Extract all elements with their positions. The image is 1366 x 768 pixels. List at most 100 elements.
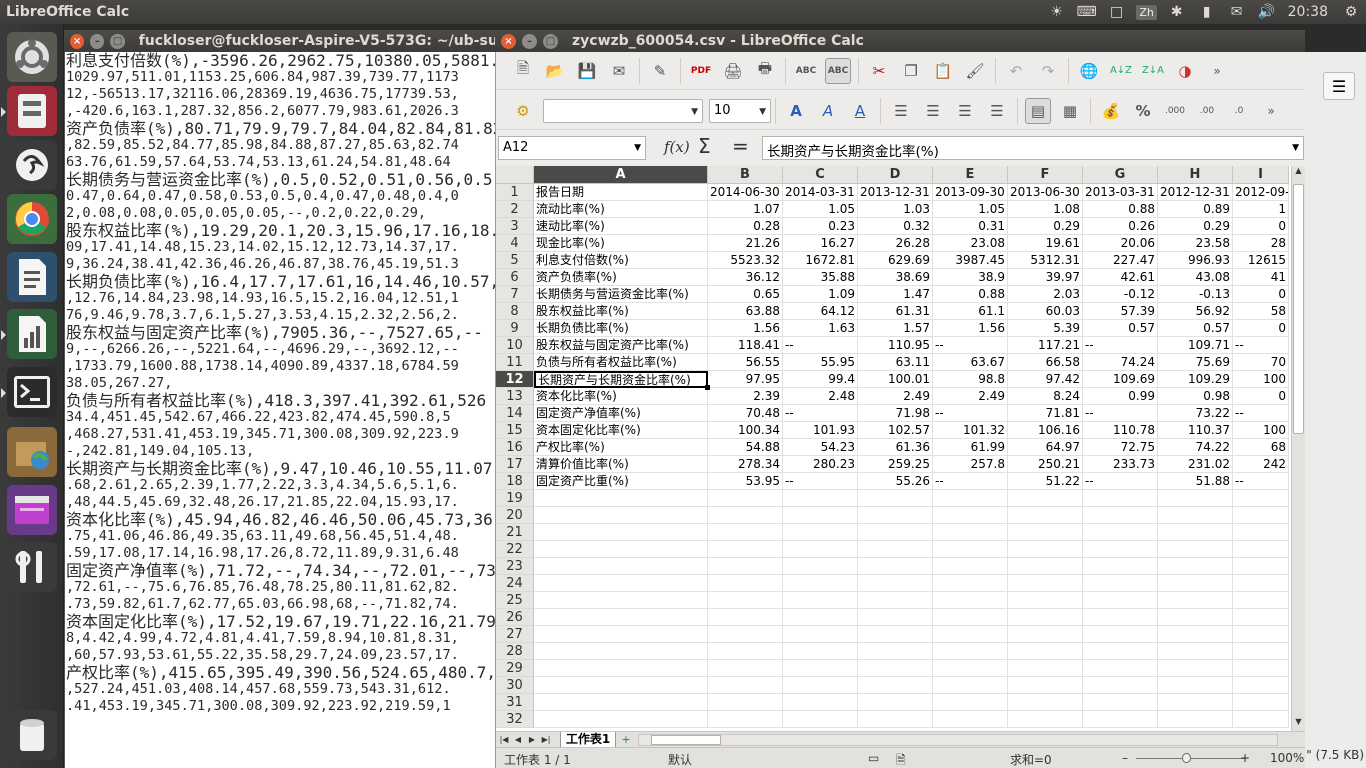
empty-cell[interactable] <box>933 694 1008 711</box>
data-cell[interactable]: 0.28 <box>708 218 783 235</box>
header-cell-date[interactable]: 2012-12-31 <box>1158 184 1233 201</box>
empty-cell[interactable] <box>933 626 1008 643</box>
row-header[interactable]: 4 <box>496 235 534 252</box>
header-cell-date[interactable]: 2013-12-31 <box>858 184 933 201</box>
data-cell[interactable]: 61.1 <box>933 303 1008 320</box>
empty-cell[interactable] <box>708 660 783 677</box>
calc-maximize-icon[interactable]: □ <box>543 33 558 49</box>
row-header[interactable]: 22 <box>496 541 534 558</box>
spreadsheet-grid[interactable]: A B C D E F G H I 1 报告日期 2014-06-30 2014-03-31 2013-1… <box>496 166 1291 731</box>
empty-cell[interactable] <box>1233 507 1289 524</box>
edit-mode-icon[interactable]: ✎ <box>647 58 673 84</box>
empty-cell[interactable] <box>1158 643 1233 660</box>
font-name-select[interactable]: ▼ <box>543 98 703 123</box>
empty-cell[interactable] <box>1158 575 1233 592</box>
empty-cell[interactable] <box>534 558 708 575</box>
data-cell[interactable]: 100 <box>1233 371 1289 388</box>
cut-icon[interactable]: ✂ <box>866 58 892 84</box>
empty-cell[interactable] <box>858 660 933 677</box>
data-cell[interactable]: 43.08 <box>1158 269 1233 286</box>
data-cell[interactable]: 23.08 <box>933 235 1008 252</box>
column-header-e[interactable]: E <box>933 166 1008 184</box>
data-cell[interactable]: 109.71 <box>1158 337 1233 354</box>
add-decimal-icon[interactable]: .00 <box>1194 98 1220 124</box>
data-cell[interactable]: 242 <box>1233 456 1289 473</box>
data-cell[interactable]: 1.47 <box>858 286 933 303</box>
data-cell[interactable]: 2.49 <box>933 388 1008 405</box>
empty-cell[interactable] <box>783 694 858 711</box>
data-cell[interactable]: 1.03 <box>858 201 933 218</box>
row-header[interactable]: 5 <box>496 252 534 269</box>
empty-cell[interactable] <box>708 592 783 609</box>
data-cell[interactable]: 0 <box>1233 218 1289 235</box>
sort-descending-icon[interactable]: Z↓A <box>1140 58 1166 84</box>
empty-cell[interactable] <box>1083 660 1158 677</box>
data-cell[interactable]: 101.32 <box>933 422 1008 439</box>
data-cell[interactable]: 233.73 <box>1083 456 1158 473</box>
data-cell[interactable]: 0.88 <box>933 286 1008 303</box>
empty-cell[interactable] <box>858 575 933 592</box>
data-cell[interactable]: 106.16 <box>1008 422 1083 439</box>
row-label-cell[interactable]: 股东权益与固定资产比率(%) <box>534 337 708 354</box>
empty-cell[interactable] <box>1083 575 1158 592</box>
empty-cell[interactable] <box>933 660 1008 677</box>
row-header[interactable]: 23 <box>496 558 534 575</box>
header-cell-label[interactable]: 报告日期 <box>534 184 708 201</box>
row-header[interactable]: 6 <box>496 269 534 286</box>
data-cell[interactable]: 66.58 <box>1008 354 1083 371</box>
data-cell[interactable]: 257.8 <box>933 456 1008 473</box>
column-header-g[interactable]: G <box>1083 166 1158 184</box>
data-cell[interactable]: 55.95 <box>783 354 858 371</box>
empty-cell[interactable] <box>534 677 708 694</box>
empty-cell[interactable] <box>534 490 708 507</box>
empty-cell[interactable] <box>783 490 858 507</box>
data-cell[interactable]: -- <box>1083 473 1158 490</box>
autospellcheck-icon[interactable]: ABC <box>825 57 851 84</box>
data-cell[interactable]: 100 <box>1233 422 1289 439</box>
empty-cell[interactable] <box>783 643 858 660</box>
data-cell[interactable]: 1.56 <box>933 320 1008 337</box>
align-right-icon[interactable]: ☰ <box>952 98 978 124</box>
function-wizard-icon[interactable]: f(x) <box>664 138 690 156</box>
empty-cell[interactable] <box>933 643 1008 660</box>
data-cell[interactable]: 109.69 <box>1083 371 1158 388</box>
data-cell[interactable]: 58 <box>1233 303 1289 320</box>
column-header-d[interactable]: D <box>858 166 933 184</box>
empty-cell[interactable] <box>933 711 1008 728</box>
empty-cell[interactable] <box>1008 524 1083 541</box>
row-header[interactable]: 1 <box>496 184 534 201</box>
redo-icon[interactable]: ↷ <box>1035 58 1061 84</box>
empty-cell[interactable] <box>708 507 783 524</box>
empty-cell[interactable] <box>534 609 708 626</box>
empty-cell[interactable] <box>1008 507 1083 524</box>
empty-cell[interactable] <box>1008 575 1083 592</box>
formula-input[interactable]: 长期资产与长期资金比率(%) ▼ <box>762 136 1304 160</box>
row-label-cell[interactable]: 现金比率(%) <box>534 235 708 252</box>
empty-cell[interactable] <box>1083 524 1158 541</box>
empty-cell[interactable] <box>708 575 783 592</box>
currency-format-icon[interactable]: 💰 <box>1098 98 1124 124</box>
data-cell[interactable]: 97.42 <box>1008 371 1083 388</box>
row-header[interactable]: 27 <box>496 626 534 643</box>
data-cell[interactable]: 19.61 <box>1008 235 1083 252</box>
empty-cell[interactable] <box>1158 558 1233 575</box>
data-cell[interactable]: -- <box>1083 405 1158 422</box>
styles-icon[interactable]: ⚙ <box>510 98 536 124</box>
data-cell[interactable]: 109.29 <box>1158 371 1233 388</box>
empty-cell[interactable] <box>1233 694 1289 711</box>
empty-cell[interactable] <box>708 677 783 694</box>
row-header[interactable]: 17 <box>496 456 534 473</box>
data-cell[interactable]: 101.93 <box>783 422 858 439</box>
data-cell[interactable]: 1 <box>1233 201 1289 218</box>
empty-cell[interactable] <box>858 626 933 643</box>
data-cell[interactable]: -- <box>933 405 1008 422</box>
hyperlink-icon[interactable]: 🌐 <box>1076 58 1102 84</box>
data-cell[interactable]: 28 <box>1233 235 1289 252</box>
data-cell[interactable]: 5312.31 <box>1008 252 1083 269</box>
empty-cell[interactable] <box>1158 626 1233 643</box>
data-cell[interactable]: 1.56 <box>708 320 783 337</box>
empty-cell[interactable] <box>783 558 858 575</box>
empty-cell[interactable] <box>1233 677 1289 694</box>
empty-cell[interactable] <box>1008 541 1083 558</box>
row-header[interactable]: 28 <box>496 643 534 660</box>
